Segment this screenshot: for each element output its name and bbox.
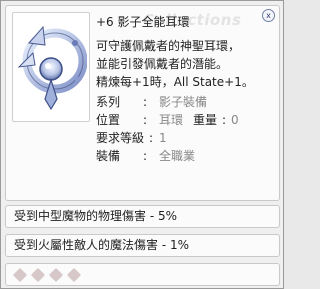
weight-label: 重量: [193, 113, 218, 127]
level-value: 1: [159, 131, 167, 145]
stat-row-level: 要求等級 : 1: [96, 129, 239, 147]
card-slots: [5, 263, 280, 286]
effect-text: 受到中型魔物的物理傷害 - 5%: [14, 209, 177, 223]
position-value: 耳環: [159, 113, 184, 127]
effect-row: 受到火屬性敵人的魔法傷害 - 1%: [5, 234, 280, 257]
stat-row-equip: 裝備 : 全職業: [96, 147, 239, 165]
equip-label: 裝備: [96, 149, 121, 163]
position-label: 位置: [96, 113, 121, 127]
description-line: 精煉每+1時，All State+1。: [96, 75, 254, 89]
type-label: 系列: [96, 95, 121, 109]
description-line: 可守護佩戴者的神聖耳環，: [96, 39, 241, 53]
type-separator: :: [143, 95, 148, 109]
level-label: 要求等級: [96, 131, 145, 145]
equip-value: 全職業: [159, 149, 196, 163]
type-value: 影子裝備: [159, 95, 208, 109]
weight-separator: :: [221, 113, 227, 127]
earring-icon: [17, 25, 87, 111]
item-image: [12, 12, 90, 122]
item-description: 可守護佩戴者的神聖耳環， 並能引發佩戴者的潛能。 精煉每+1時，All Stat…: [96, 37, 278, 91]
card-slot-icon[interactable]: [12, 267, 28, 283]
close-icon[interactable]: x: [262, 9, 275, 22]
effect-row: 受到中型魔物的物理傷害 - 5%: [5, 205, 280, 228]
item-info-window: Collections +6 影子全能耳環 x 可守護佩戴者的神聖耳環， 並能引…: [0, 0, 284, 289]
item-detail-panel: Collections +6 影子全能耳環 x 可守護佩戴者的神聖耳環， 並能引…: [5, 5, 280, 201]
weight-value: 0: [231, 113, 239, 127]
card-slot-icon[interactable]: [48, 267, 64, 283]
equip-separator: :: [143, 149, 148, 163]
card-slot-icon[interactable]: [30, 267, 46, 283]
item-title: +6 影子全能耳環: [96, 15, 190, 29]
item-stats: 系列 : 影子裝備 位置 : 耳環 重量 : 0 要求等級 : 1 裝備 : 全…: [96, 93, 239, 165]
card-slot-icon[interactable]: [66, 267, 82, 283]
description-line: 並能引發佩戴者的潛能。: [96, 57, 229, 71]
position-separator: :: [143, 113, 148, 127]
level-separator: :: [149, 131, 154, 145]
stat-row-type: 系列 : 影子裝備: [96, 93, 239, 111]
effect-text: 受到火屬性敵人的魔法傷害 - 1%: [14, 238, 189, 252]
stat-row-position: 位置 : 耳環 重量 : 0: [96, 111, 239, 129]
